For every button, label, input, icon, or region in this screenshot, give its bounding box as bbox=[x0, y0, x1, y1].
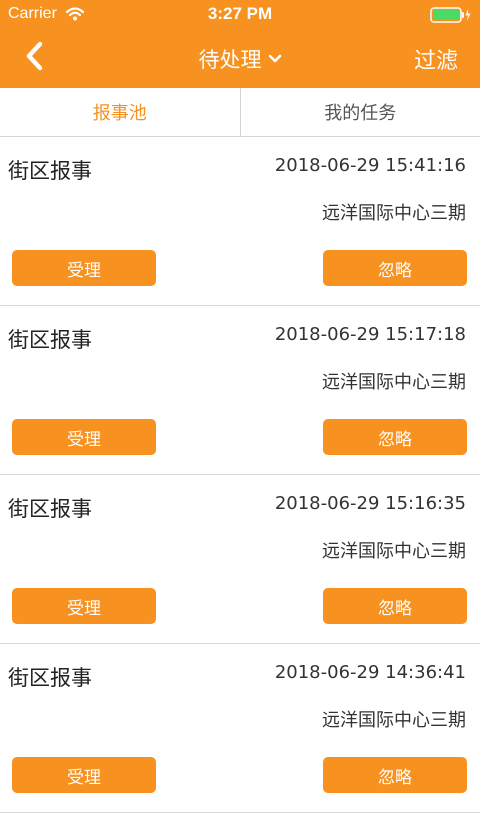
ignore-button[interactable]: 忽略 bbox=[323, 757, 467, 793]
accept-button[interactable]: 受理 bbox=[12, 419, 156, 455]
status-time: 3:27 PM bbox=[0, 4, 480, 24]
report-location: 远洋国际中心三期 bbox=[322, 706, 466, 732]
back-button[interactable] bbox=[14, 38, 54, 78]
list-item: 街区报事 2018-06-29 15:16:35 远洋国际中心三期 受理 忽略 bbox=[0, 475, 480, 644]
accept-button[interactable]: 受理 bbox=[12, 250, 156, 286]
report-title: 街区报事 bbox=[8, 493, 92, 523]
ignore-button[interactable]: 忽略 bbox=[323, 588, 467, 624]
report-location: 远洋国际中心三期 bbox=[322, 199, 466, 225]
tab-bar: 报事池 我的任务 bbox=[0, 88, 480, 137]
chevron-left-icon bbox=[24, 41, 44, 75]
report-title: 街区报事 bbox=[8, 662, 92, 692]
page-title: 待处理 bbox=[199, 44, 262, 74]
battery-icon bbox=[430, 7, 472, 27]
nav-bar: 待处理 过滤 bbox=[0, 30, 480, 88]
status-bar: Carrier 3:27 PM bbox=[0, 0, 480, 30]
tab-report-pool[interactable]: 报事池 bbox=[0, 88, 240, 136]
app-header: Carrier 3:27 PM bbox=[0, 0, 480, 88]
report-list: 街区报事 2018-06-29 15:41:16 远洋国际中心三期 受理 忽略 … bbox=[0, 137, 480, 813]
report-time: 2018-06-29 15:17:18 bbox=[275, 324, 466, 345]
report-time: 2018-06-29 15:41:16 bbox=[275, 155, 466, 176]
status-dropdown[interactable]: 待处理 bbox=[150, 42, 330, 76]
list-item: 街区报事 2018-06-29 15:41:16 远洋国际中心三期 受理 忽略 bbox=[0, 137, 480, 306]
report-time: 2018-06-29 15:16:35 bbox=[275, 493, 466, 514]
report-time: 2018-06-29 14:36:41 bbox=[275, 662, 466, 683]
ignore-button[interactable]: 忽略 bbox=[323, 419, 467, 455]
chevron-down-icon bbox=[268, 54, 282, 64]
report-title: 街区报事 bbox=[8, 155, 92, 185]
accept-button[interactable]: 受理 bbox=[12, 757, 156, 793]
report-location: 远洋国际中心三期 bbox=[322, 368, 466, 394]
filter-button[interactable]: 过滤 bbox=[414, 42, 458, 76]
ignore-button[interactable]: 忽略 bbox=[323, 250, 467, 286]
list-item: 街区报事 2018-06-29 15:17:18 远洋国际中心三期 受理 忽略 bbox=[0, 306, 480, 475]
tab-my-tasks[interactable]: 我的任务 bbox=[240, 88, 480, 136]
list-item: 街区报事 2018-06-29 14:36:41 远洋国际中心三期 受理 忽略 bbox=[0, 644, 480, 813]
accept-button[interactable]: 受理 bbox=[12, 588, 156, 624]
report-title: 街区报事 bbox=[8, 324, 92, 354]
report-location: 远洋国际中心三期 bbox=[322, 537, 466, 563]
